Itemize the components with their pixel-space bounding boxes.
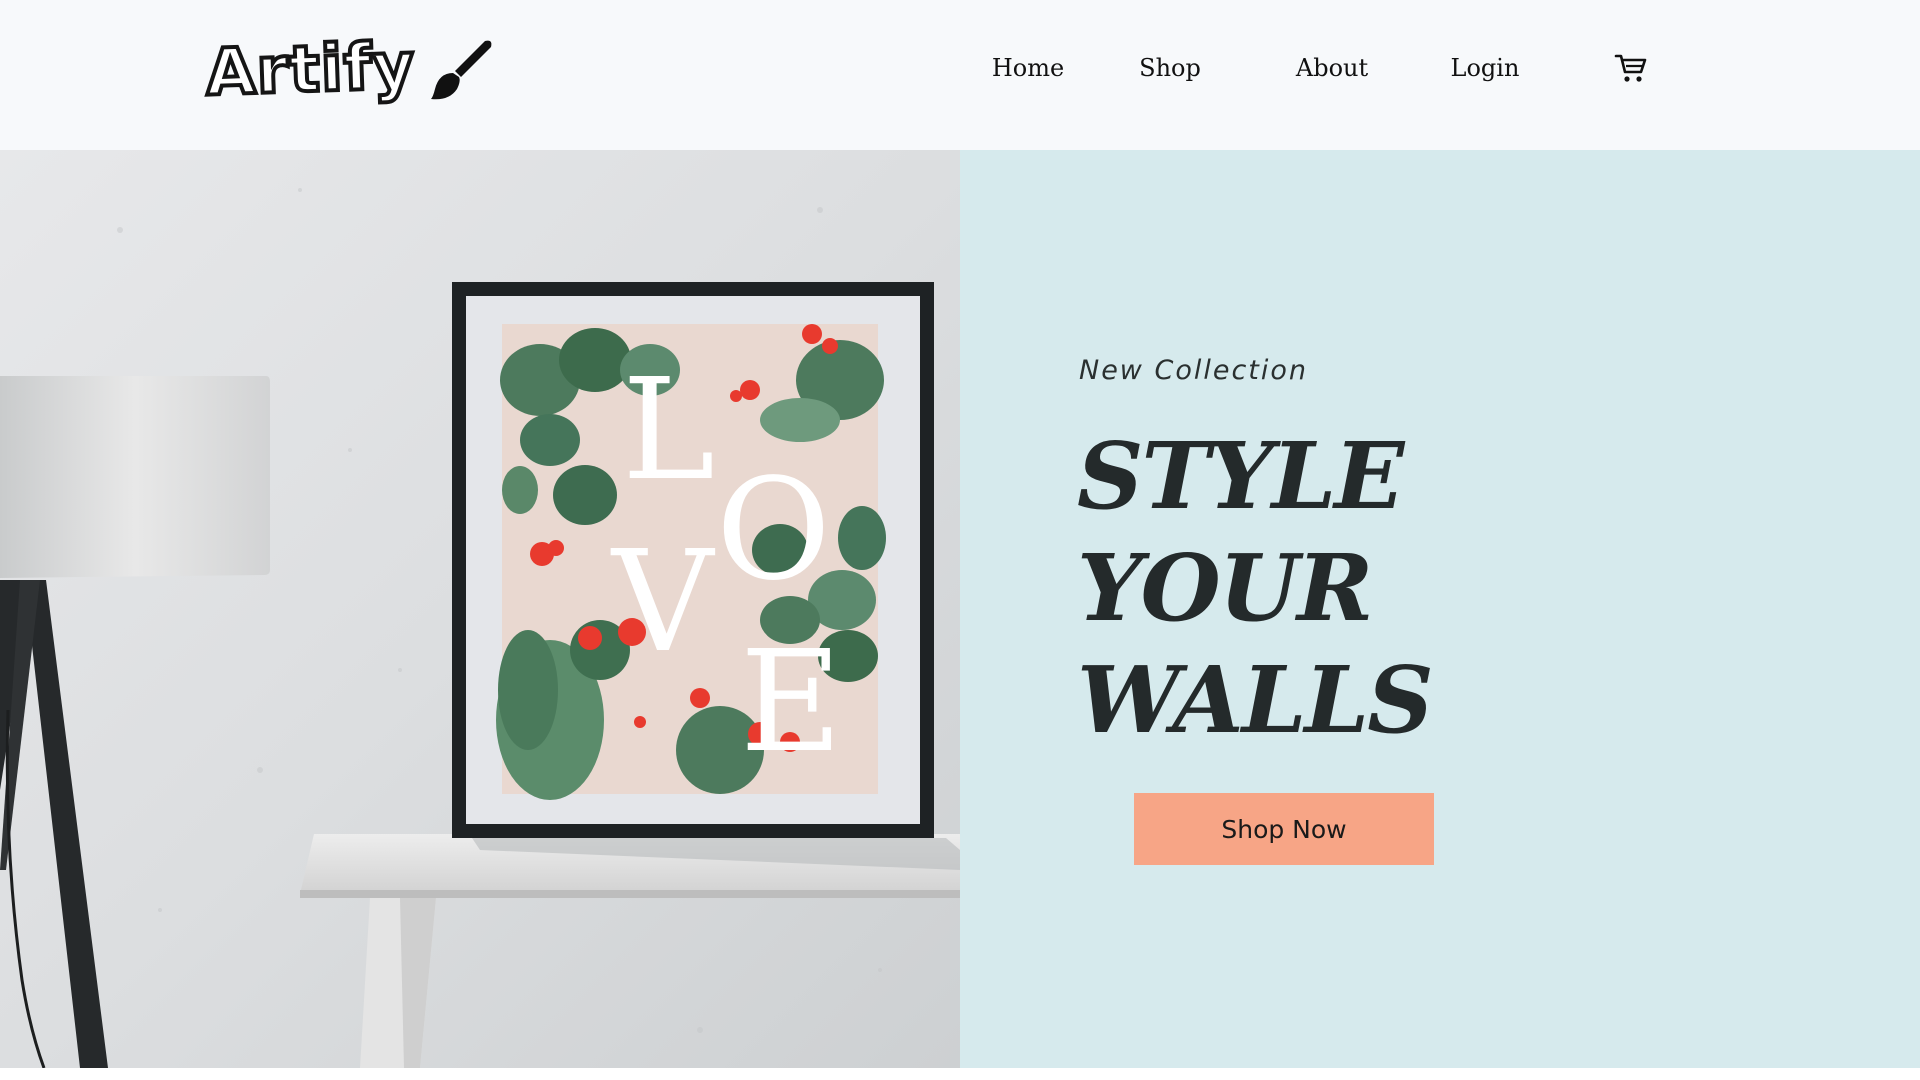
nav-home-link[interactable]: Home	[975, 50, 1081, 86]
nav-shop-link[interactable]: Shop	[1128, 50, 1212, 86]
nav-login-link[interactable]: Login	[1440, 50, 1530, 86]
collection-eyebrow: New Collection	[1079, 355, 1309, 386]
poster-letter: V	[610, 521, 716, 684]
site-header: Artify Home Shop About Login	[0, 0, 1920, 150]
shop-now-button[interactable]: Shop Now	[1134, 793, 1434, 865]
headline-line: STYLE	[1077, 422, 1404, 530]
poster-letter: E	[740, 621, 842, 784]
hero-content: New Collection STYLE YOUR WALLS Shop Now	[960, 150, 1920, 1068]
page-bottom-edge	[0, 1068, 1920, 1080]
headline-line: WALLS	[1077, 646, 1434, 754]
paintbrush-icon	[429, 37, 495, 103]
cart-icon[interactable]	[1614, 52, 1648, 84]
nav-about-link[interactable]: About	[1279, 50, 1385, 86]
hero-image: L O V E	[0, 150, 960, 1068]
logo[interactable]: Artify	[203, 27, 495, 113]
logo-text: Artify	[203, 27, 419, 112]
poster-letter: L	[622, 349, 715, 512]
hero-headline: STYLE YOUR WALLS	[1077, 420, 1637, 756]
headline-line: YOUR	[1077, 534, 1374, 642]
poster-letter: O	[716, 449, 831, 612]
